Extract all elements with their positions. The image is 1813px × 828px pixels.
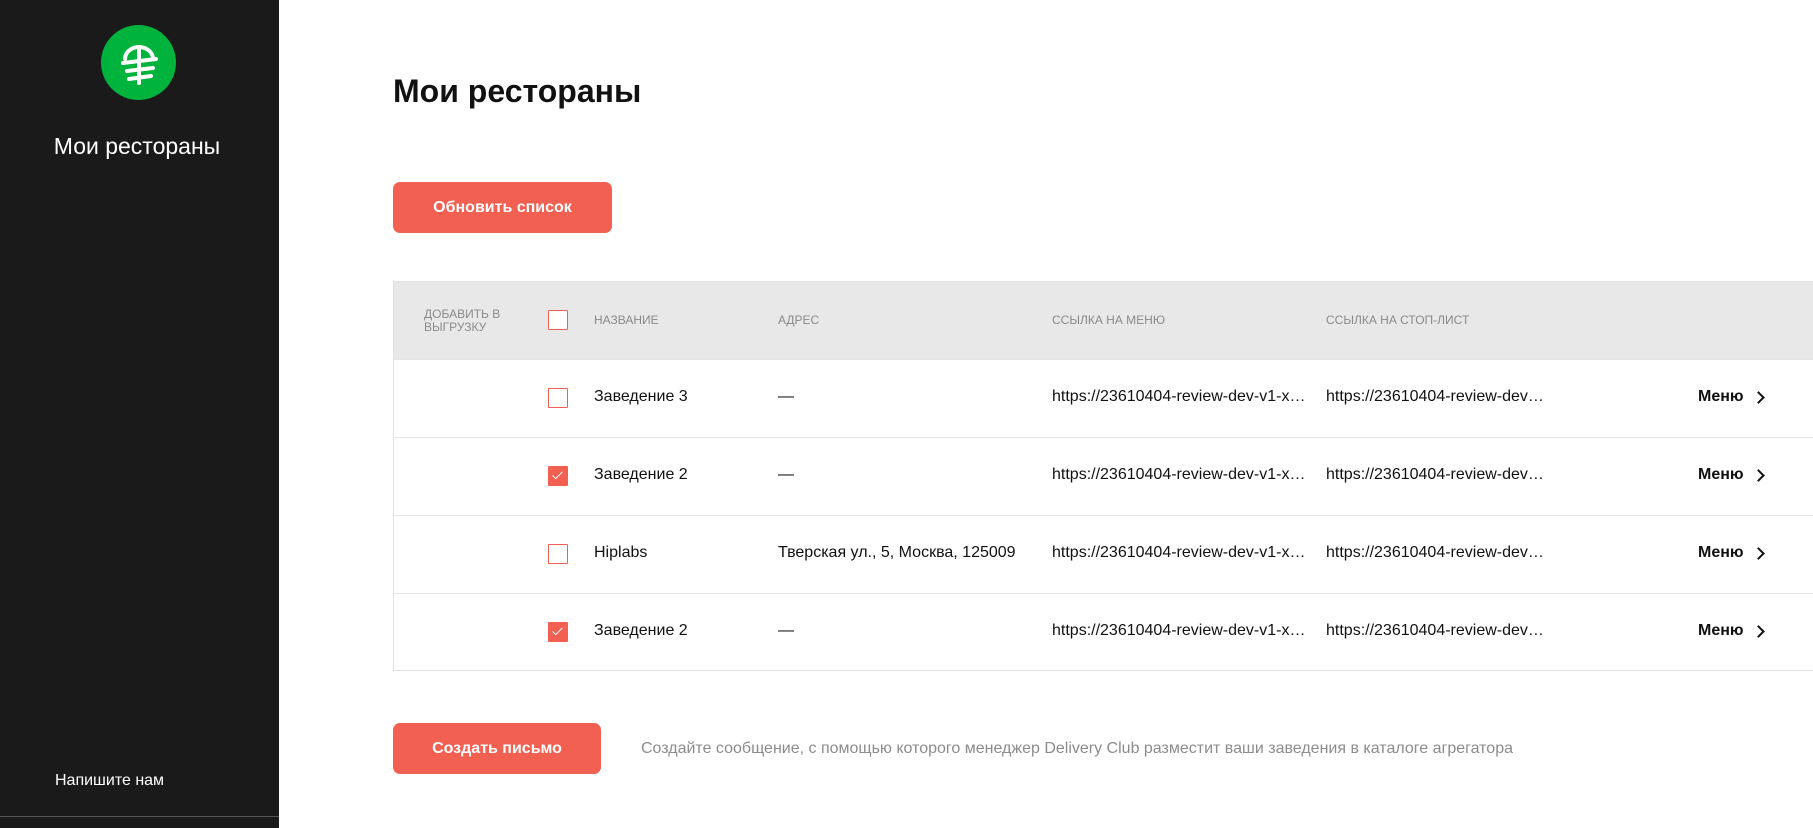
row-checkbox[interactable] <box>548 388 568 408</box>
sidebar-divider <box>0 816 279 817</box>
menu-link[interactable]: https://23610404-review-dev-v1-xz… <box>1052 466 1308 484</box>
sidebar-title[interactable]: Мои рестораны <box>0 133 274 160</box>
restaurant-name: Заведение 2 <box>594 622 688 639</box>
menu-action-label: Меню <box>1698 466 1744 483</box>
menu-action-link[interactable]: Меню <box>1698 388 1765 406</box>
restaurant-name: Заведение 2 <box>594 466 688 483</box>
table-header: ДОБАВИТЬ В ВЫГРУЗКУ НАЗВАНИЕ АДРЕС ССЫЛК… <box>394 282 1813 359</box>
header-add-to-export: ДОБАВИТЬ В ВЫГРУЗКУ <box>424 307 501 334</box>
restaurant-address: — <box>778 388 794 405</box>
restaurant-address: Тверская ул., 5, Москва, 125009 <box>778 544 1016 561</box>
select-all-checkbox[interactable] <box>548 310 568 330</box>
restaurant-name: Заведение 3 <box>594 388 688 405</box>
menu-action-link[interactable]: Меню <box>1698 622 1765 640</box>
row-checkbox[interactable] <box>548 544 568 564</box>
stop-list-link[interactable]: https://23610404-review-dev-… <box>1326 622 1545 640</box>
sidebar: Мои рестораны Напишите нам <box>0 0 279 828</box>
create-letter-button[interactable]: Создать письмо <box>393 723 601 774</box>
stop-list-link[interactable]: https://23610404-review-dev-… <box>1326 466 1545 484</box>
chevron-right-icon <box>1751 625 1765 638</box>
header-address: АДРЕС <box>778 313 820 327</box>
table-row: Заведение 2 — https://23610404-review-de… <box>394 437 1813 515</box>
menu-action-link[interactable]: Меню <box>1698 544 1765 562</box>
row-checkbox[interactable] <box>548 466 568 486</box>
menu-action-label: Меню <box>1698 388 1744 405</box>
stop-list-link[interactable]: https://23610404-review-dev-… <box>1326 388 1545 406</box>
row-checkbox[interactable] <box>548 622 568 642</box>
menu-action-link[interactable]: Меню <box>1698 466 1765 484</box>
restaurant-address: — <box>778 466 794 483</box>
menu-link[interactable]: https://23610404-review-dev-v1-xz… <box>1052 622 1308 640</box>
create-letter-hint: Создайте сообщение, с помощью которого м… <box>641 740 1513 757</box>
page-title: Мои рестораны <box>393 73 642 109</box>
chevron-right-icon <box>1751 391 1765 404</box>
header-name: НАЗВАНИЕ <box>594 313 659 327</box>
chevron-right-icon <box>1751 469 1765 482</box>
restaurant-address: — <box>778 622 794 639</box>
chevron-right-icon <box>1751 547 1765 560</box>
restaurants-table: ДОБАВИТЬ В ВЫГРУЗКУ НАЗВАНИЕ АДРЕС ССЫЛК… <box>393 281 1813 671</box>
menu-link[interactable]: https://23610404-review-dev-v1-xz… <box>1052 544 1308 562</box>
table-row: Заведение 2 — https://23610404-review-de… <box>394 593 1813 671</box>
header-stop-list-link: ССЫЛКА НА СТОП-ЛИСТ <box>1326 313 1470 327</box>
menu-action-label: Меню <box>1698 622 1744 639</box>
restaurant-name: Hiplabs <box>594 544 648 561</box>
refresh-list-button[interactable]: Обновить список <box>393 182 612 233</box>
menu-link[interactable]: https://23610404-review-dev-v1-xz… <box>1052 388 1308 406</box>
delivery-club-logo-icon[interactable] <box>101 25 176 100</box>
table-row: Заведение 3 — https://23610404-review-de… <box>394 359 1813 437</box>
menu-action-label: Меню <box>1698 544 1744 561</box>
table-row: Hiplabs Тверская ул., 5, Москва, 125009 … <box>394 515 1813 593</box>
stop-list-link[interactable]: https://23610404-review-dev-… <box>1326 544 1545 562</box>
contact-us-link[interactable]: Напишите нам <box>55 772 164 790</box>
header-menu-link: ССЫЛКА НА МЕНЮ <box>1052 313 1165 327</box>
